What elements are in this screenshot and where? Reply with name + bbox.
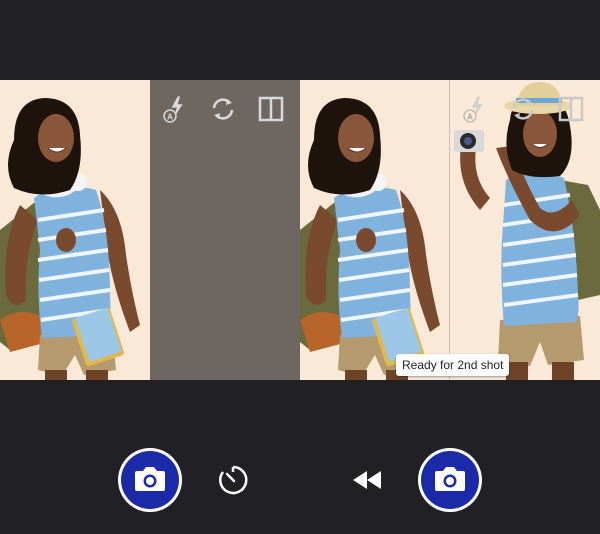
switch-camera-button[interactable] <box>208 94 238 124</box>
switch-camera-icon <box>212 98 234 120</box>
timer-button[interactable] <box>215 462 251 498</box>
captured-photo-first-shot <box>0 80 150 380</box>
split-layout-button[interactable] <box>256 94 286 124</box>
left-viewfinder-panel: A <box>0 80 300 380</box>
second-shot-placeholder <box>150 80 300 380</box>
left-shutter-button[interactable] <box>121 451 179 509</box>
camera-icon <box>135 467 165 491</box>
camera-icon <box>435 467 465 491</box>
woman-with-headphones-photo <box>0 98 140 380</box>
flash-auto-icon: A <box>463 96 483 123</box>
right-shutter-button[interactable] <box>421 451 479 509</box>
right-viewfinder-panel: A <box>300 80 600 380</box>
flash-auto-icon: A <box>163 96 183 123</box>
split-layout-icon <box>258 96 284 122</box>
woman-with-headphones-photo <box>300 98 440 380</box>
split-layout-button[interactable] <box>556 94 586 124</box>
rewind-button[interactable] <box>349 462 385 498</box>
flash-auto-button[interactable]: A <box>461 94 491 124</box>
ready-toast: Ready for 2nd shot <box>396 354 510 376</box>
captured-photo-first-shot <box>300 80 450 380</box>
timer-icon <box>219 465 248 495</box>
flash-auto-button[interactable]: A <box>161 94 191 124</box>
woman-with-camera-photo <box>454 82 600 380</box>
switch-camera-button[interactable] <box>508 94 538 124</box>
svg-text:A: A <box>167 113 173 122</box>
svg-text:A: A <box>467 113 473 122</box>
split-layout-icon <box>558 96 584 122</box>
live-preview-second-shot <box>450 80 600 380</box>
split-divider <box>449 80 450 380</box>
switch-camera-icon <box>512 98 534 120</box>
rewind-icon <box>353 471 381 489</box>
